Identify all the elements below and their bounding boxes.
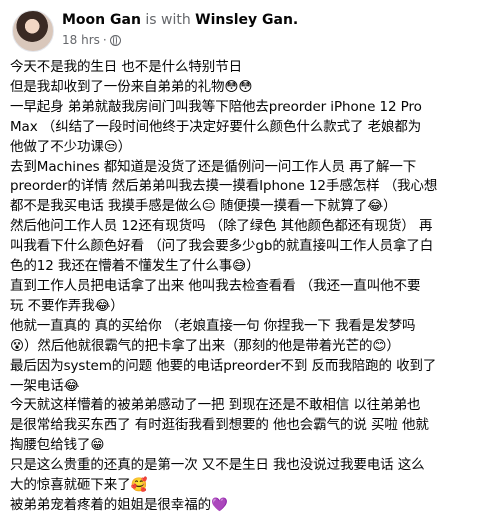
post-text-line: 大的惊喜就砸下来了🥰: [10, 477, 148, 494]
globe-icon[interactable]: [109, 34, 121, 46]
with-text: is with: [145, 12, 191, 28]
post-text-line: 今天就这样懵着的被弟弟感动了一把 到现在还是不敢相信 以往弟弟也: [10, 397, 421, 414]
post-text-line: 被弟弟宠着疼着的姐姐是很幸福的💜: [10, 496, 228, 513]
post-text-line: 是很常给我买东西了 有时逛街我看到想要的 他也会霸气的说 买啦 他就: [10, 417, 429, 434]
post-header: Moon Gan is with Winsley Gan. 18 hrs ·: [10, 8, 490, 52]
post-timestamp[interactable]: 18 hrs: [62, 33, 100, 47]
post-text-line: 他做了不少功课😒）: [10, 138, 132, 155]
post-text-line: 掏腰包给钱了😁: [10, 437, 105, 454]
post-text-line: Max （纠结了一段时间他终于决定好要什么颜色什么款式了 老娘都为: [10, 118, 422, 135]
post-text-line: 直到工作人员把电话拿了出来 他叫我去检查看看 （我还一直叫他不要: [10, 277, 421, 294]
post-text-line: 色的12 我还在懵着不懂发生了什么事😅）: [10, 258, 260, 275]
meta-separator: ·: [102, 33, 107, 47]
post-text-line: 最后因为system的问题 他要的电话preorder不到 反而我陪跑的 收到了: [10, 357, 437, 374]
tagged-name[interactable]: Winsley Gan.: [195, 12, 298, 28]
author-avatar[interactable]: [12, 10, 54, 52]
post-text-line: 一早起身 弟弟就敲我房间门叫我等下陪他去preorder iPhone 12 P…: [10, 98, 422, 115]
post-text-line: 一架电话😂: [10, 377, 80, 394]
post-text-line: 只是这么贵重的还真的是第一次 又不是生日 我也没说过我要电话 这么: [10, 457, 425, 474]
post-text-line: preorder的详情 然后弟弟叫我去摸一摸看Iphone 12手感怎样 （我心…: [10, 178, 438, 195]
post-text-line: 都不是我买电话 我摸手感是做么😑 随便摸一摸看一下就算了😂）: [10, 198, 397, 215]
post-text-line: 叫我看下什么颜色好看 （问了我会要多少gb的就直接叫工作人员拿了白: [10, 238, 434, 255]
post-body: 今天不是我的生日 也不是什么特别节日 但是我却收到了一份来自弟弟的礼物😳😳 一早起身…: [10, 58, 494, 516]
post-text-line: 玩 不要作弄我😂）: [10, 297, 124, 314]
post-text-line: 然后他问工作人员 12还有现货吗 （除了绿色 其他颜色都还有现货） 再: [10, 218, 433, 235]
facebook-post: Moon Gan is with Winsley Gan. 18 hrs · 今…: [0, 0, 502, 513]
post-text-line: 今天不是我的生日 也不是什么特别节日: [10, 59, 242, 75]
post-text-line: 去到Machines 都知道是没货了还是循例问一问工作人员 再了解一下: [10, 158, 417, 175]
post-text-line: 但是我却收到了一份来自弟弟的礼物😳😳: [10, 78, 253, 95]
post-meta: 18 hrs ·: [62, 33, 121, 47]
author-name[interactable]: Moon Gan: [62, 12, 141, 28]
post-text-line: 😵）然后他就很霸气的把卡拿了出来（那刻的他是带着光芒的😊）: [10, 337, 400, 354]
author-line: Moon Gan is with Winsley Gan.: [62, 12, 298, 28]
post-text-line: 他就一直真的 真的买给你 （老娘直接一句 你捏我一下 我看是发梦吗: [10, 317, 416, 334]
